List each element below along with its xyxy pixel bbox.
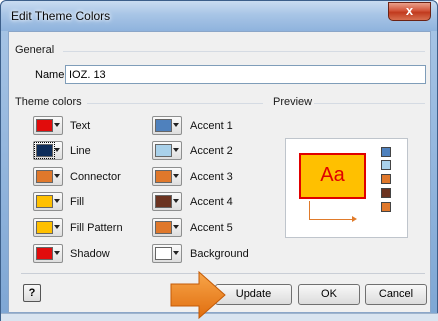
chevron-down-icon — [54, 148, 60, 152]
accent-2-color-swatch — [155, 144, 172, 157]
name-label: Name: — [35, 69, 68, 81]
accent-2-color-label: Accent 2 — [190, 145, 233, 157]
preview-sample-text: Aa — [320, 164, 345, 186]
accent-1-color-picker[interactable] — [152, 116, 182, 135]
preview-connector-segment — [309, 201, 310, 220]
title-bar[interactable]: Edit Theme Colors x — [1, 1, 437, 31]
background-color-label: Background — [190, 248, 249, 260]
chevron-down-icon — [173, 174, 179, 178]
close-icon: x — [405, 3, 414, 18]
chevron-down-icon — [54, 225, 60, 229]
theme-preview: Aa — [285, 138, 408, 238]
chevron-down-icon — [173, 123, 179, 127]
preview-arrowhead-icon — [352, 216, 357, 222]
accent-1-color-swatch — [155, 119, 172, 132]
help-button[interactable]: ? — [23, 284, 41, 302]
preview-group-divider — [314, 103, 425, 104]
fill-color-swatch — [36, 195, 53, 208]
chevron-down-icon — [54, 199, 60, 203]
line-color-swatch — [34, 142, 55, 159]
dialog-window: Edit Theme Colors x General Name: Theme … — [0, 0, 438, 321]
chevron-down-icon — [173, 225, 179, 229]
fill-pattern-color-picker[interactable] — [33, 218, 63, 237]
accent-4-color-label: Accent 4 — [190, 196, 233, 208]
general-group-label: General — [15, 44, 59, 56]
background-color-swatch — [155, 247, 172, 260]
preview-accent-swatch — [381, 202, 391, 212]
preview-accent-swatch — [381, 147, 391, 157]
preview-sample-shape: Aa — [299, 153, 366, 199]
chevron-down-icon — [54, 251, 60, 255]
line-color-label: Line — [70, 145, 91, 157]
accent-5-color-label: Accent 5 — [190, 222, 233, 234]
connector-color-swatch — [36, 170, 53, 183]
accent-5-color-swatch — [155, 221, 172, 234]
connector-color-picker[interactable] — [33, 167, 63, 186]
connector-color-label: Connector — [70, 171, 121, 183]
chevron-down-icon — [173, 251, 179, 255]
chevron-down-icon — [54, 123, 60, 127]
ok-button[interactable]: OK — [298, 284, 360, 305]
accent-5-color-picker[interactable] — [152, 218, 182, 237]
accent-1-color-label: Accent 1 — [190, 120, 233, 132]
window-title: Edit Theme Colors — [11, 9, 111, 23]
preview-accent-swatch — [381, 174, 391, 184]
help-icon: ? — [28, 287, 36, 299]
fill-color-picker[interactable] — [33, 192, 63, 211]
text-color-label: Text — [70, 120, 91, 132]
shadow-color-swatch — [36, 247, 53, 260]
theme-colors-group-divider — [87, 103, 263, 104]
shadow-color-picker[interactable] — [33, 244, 63, 263]
theme-colors-group-label: Theme colors — [15, 96, 86, 108]
accent-4-color-swatch — [155, 195, 172, 208]
chevron-down-icon — [173, 199, 179, 203]
background-color-picker[interactable] — [152, 244, 182, 263]
accent-3-color-label: Accent 3 — [190, 171, 233, 183]
accent-4-color-picker[interactable] — [152, 192, 182, 211]
text-color-picker[interactable] — [33, 116, 63, 135]
name-input[interactable] — [65, 65, 426, 84]
close-button[interactable]: x — [388, 2, 431, 21]
accent-3-color-picker[interactable] — [152, 167, 182, 186]
general-group-divider — [63, 51, 425, 52]
preview-connector-segment — [309, 219, 354, 220]
preview-accent-swatch — [381, 188, 391, 198]
accent-3-color-swatch — [155, 170, 172, 183]
cancel-button[interactable]: Cancel — [365, 284, 427, 305]
preview-group-label: Preview — [273, 96, 317, 108]
fill-pattern-color-swatch — [36, 221, 53, 234]
preview-accent-swatch — [381, 160, 391, 170]
chevron-down-icon — [173, 148, 179, 152]
shadow-color-label: Shadow — [70, 248, 110, 260]
fill-pattern-color-label: Fill Pattern — [70, 222, 123, 234]
accent-2-color-picker[interactable] — [152, 141, 182, 160]
fill-color-label: Fill — [70, 196, 85, 208]
text-color-swatch — [36, 119, 53, 132]
arrow-right-icon — [170, 270, 226, 320]
chevron-down-icon — [54, 174, 60, 178]
line-color-picker[interactable] — [33, 141, 63, 160]
